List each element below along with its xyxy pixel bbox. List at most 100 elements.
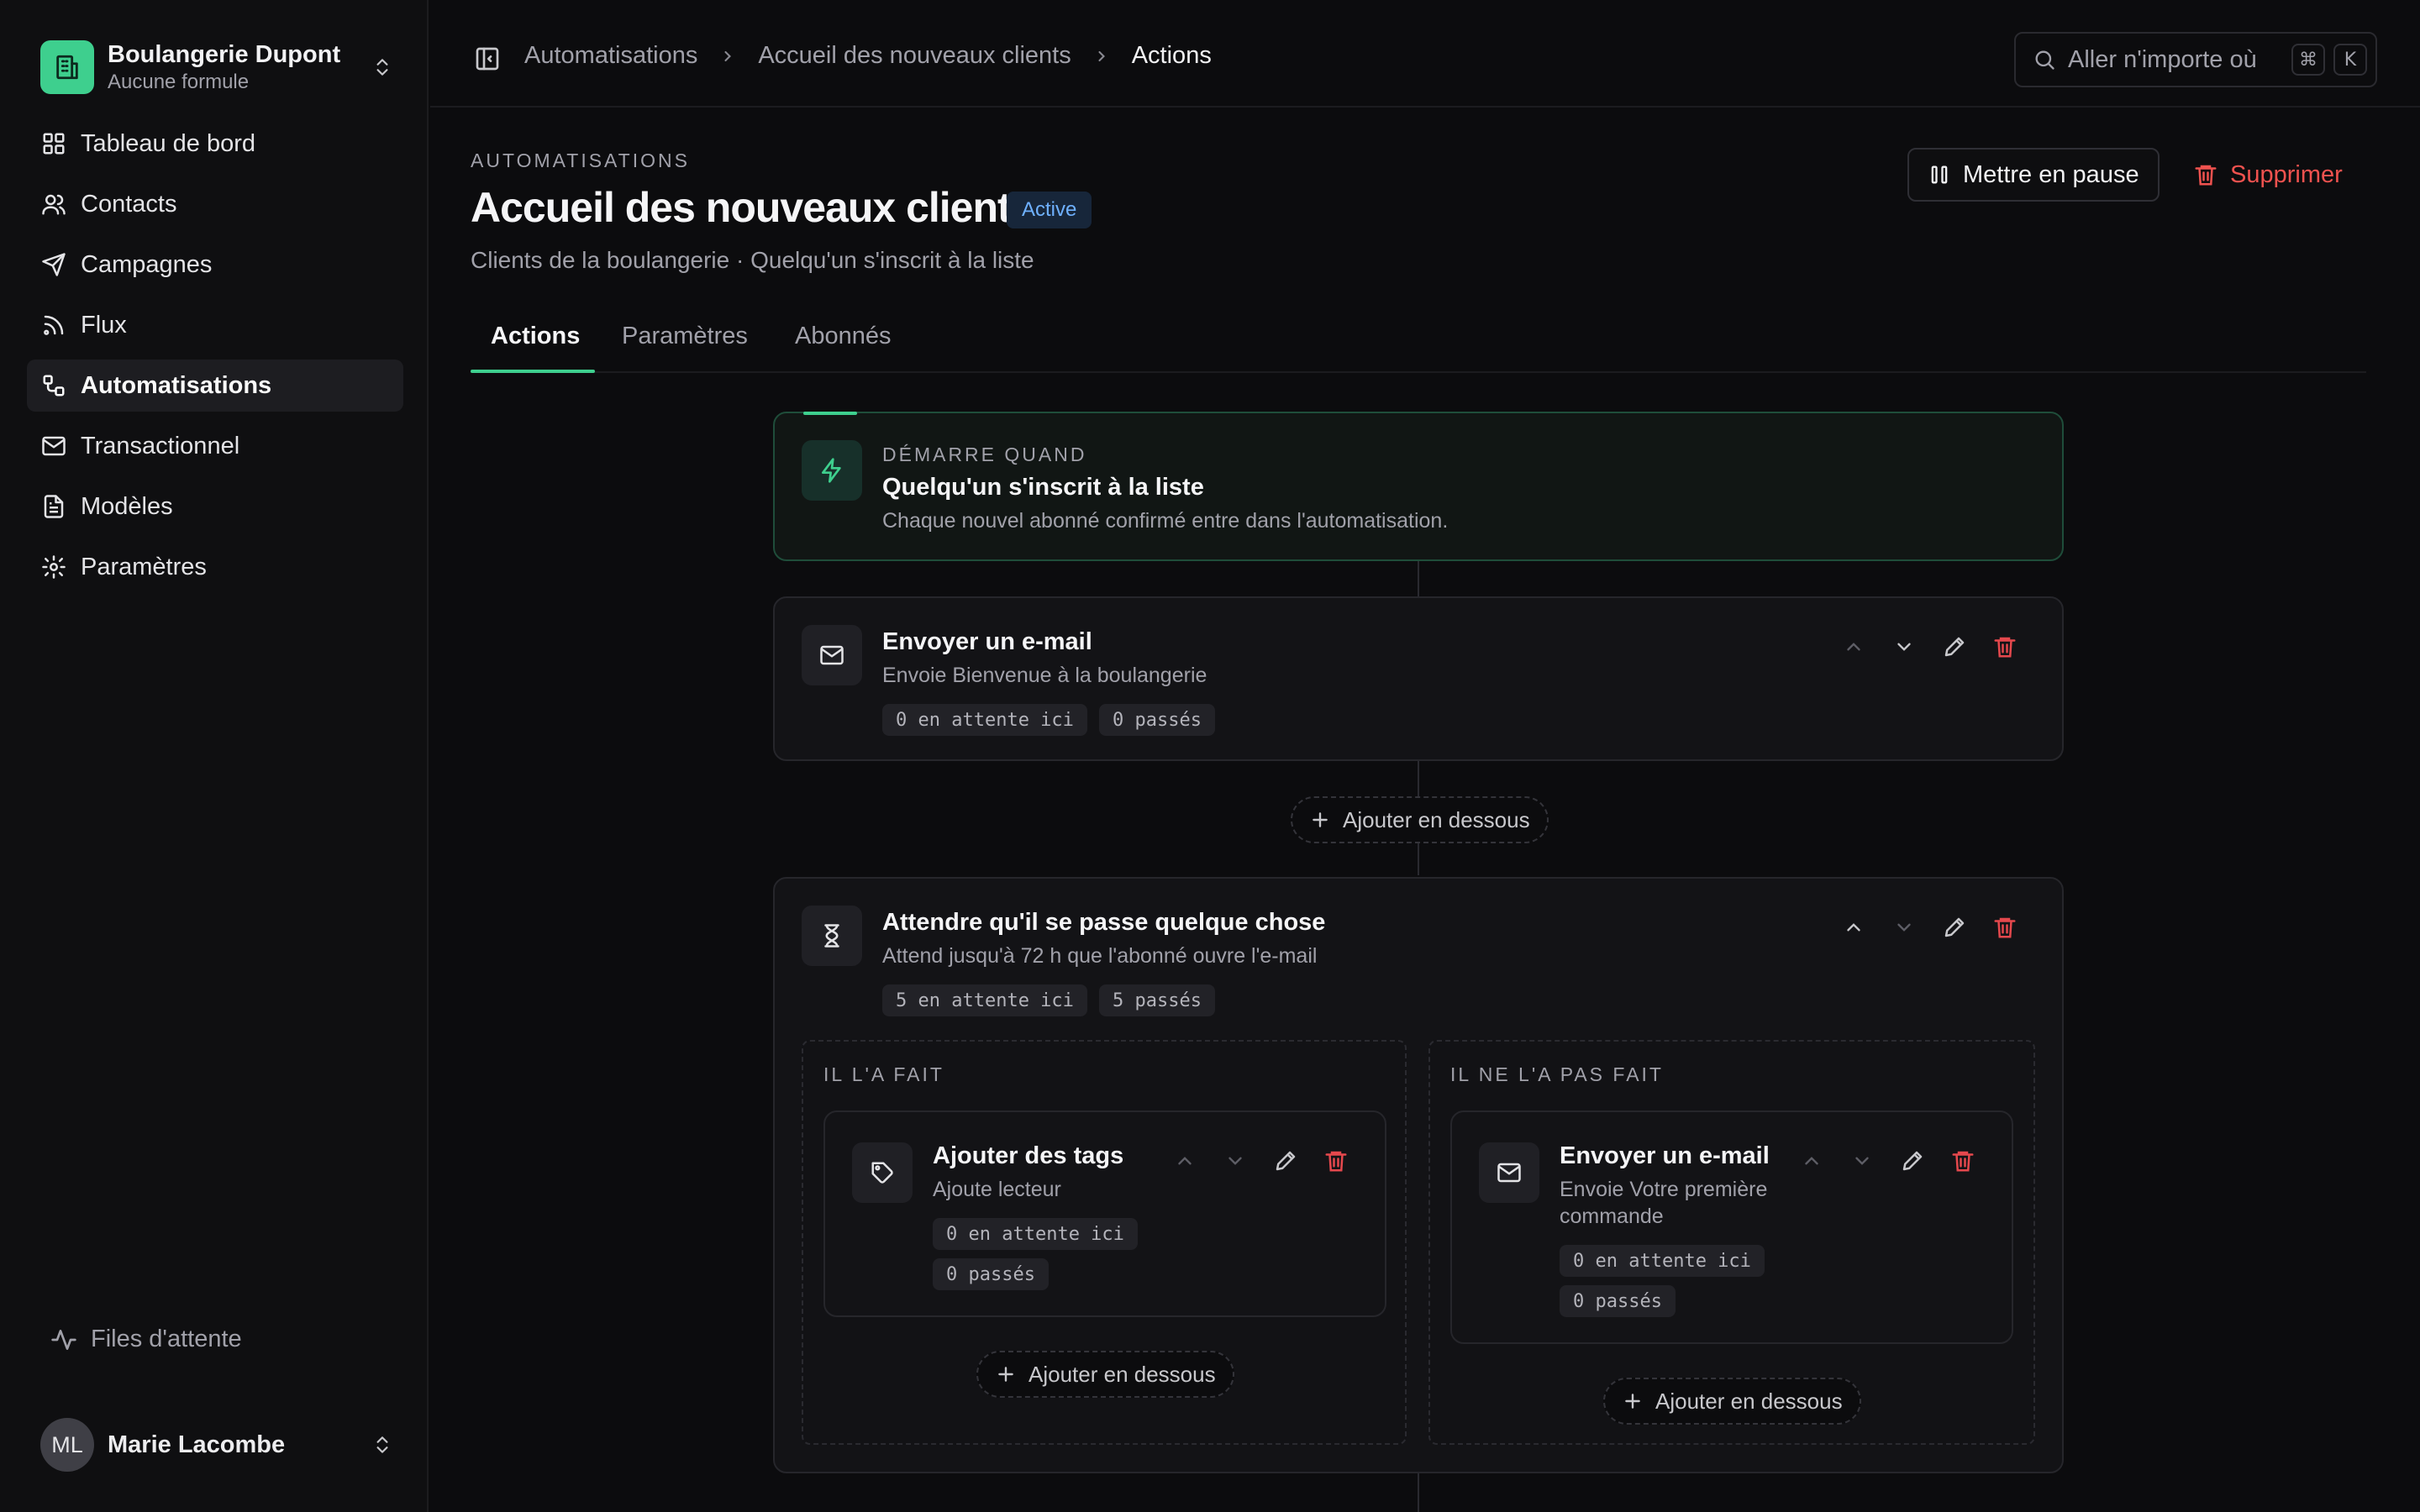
lightning-icon (802, 440, 862, 501)
org-switcher[interactable]: Boulangerie Dupont Aucune formule (40, 39, 393, 96)
page-overline: AUTOMATISATIONS (471, 150, 690, 171)
delete-step-button[interactable] (1980, 628, 2030, 665)
dashboard-icon (39, 129, 69, 159)
sidebar-item-campaigns[interactable]: Campagnes (27, 239, 403, 291)
add-below-label: Ajouter en dessous (1028, 1361, 1216, 1387)
sidebar-item-contacts[interactable]: Contacts (27, 178, 403, 230)
branch-label: IL L'A FAIT (823, 1063, 944, 1085)
move-down-button[interactable] (1879, 909, 1929, 946)
passed-count-badge: 0 passés (1560, 1285, 1676, 1317)
step-actions (1828, 628, 2030, 665)
trigger-card[interactable]: DÉMARRE QUAND Quelqu'un s'inscrit à la l… (773, 412, 2064, 561)
chevrons-up-down-icon (371, 1434, 393, 1456)
delete-button[interactable]: Supprimer (2193, 148, 2343, 202)
user-menu[interactable]: ML Marie Lacombe (40, 1418, 393, 1472)
step-send-email-card[interactable]: Envoyer un e-mail Envoie Bienvenue à la … (773, 596, 2064, 761)
step-title: Ajouter des tags (933, 1142, 1124, 1169)
top-bar: Automatisations Accueil des nouveaux cli… (430, 0, 2420, 108)
search-input[interactable]: Aller n'importe où ⌘ K (2014, 32, 2377, 87)
edit-button[interactable] (1260, 1142, 1311, 1179)
avatar: ML (40, 1418, 94, 1472)
sidebar-item-transactional[interactable]: Transactionnel (27, 420, 403, 472)
add-below-button[interactable]: Ajouter en dessous (1603, 1378, 1861, 1425)
edit-button[interactable] (1929, 909, 1980, 946)
move-up-button[interactable] (1828, 909, 1879, 946)
move-down-button[interactable] (1837, 1142, 1887, 1179)
gear-icon (39, 552, 69, 582)
tab-bar: Actions Paramètres Abonnés (471, 312, 2366, 373)
pause-label: Mettre en pause (1963, 160, 2139, 188)
search-placeholder: Aller n'importe où (2068, 45, 2257, 73)
sidebar-item-templates[interactable]: Modèles (27, 480, 403, 533)
move-up-button[interactable] (1828, 628, 1879, 665)
trigger-accent (803, 412, 857, 415)
step-title: Envoyer un e-mail (1560, 1142, 1770, 1169)
delete-step-button[interactable] (1311, 1142, 1361, 1179)
waiting-count-badge: 5 en attente ici (882, 984, 1087, 1016)
trigger-desc: Chaque nouvel abonné confirmé entre dans… (882, 509, 1449, 533)
tab-actions[interactable]: Actions (491, 323, 580, 373)
sidebar-item-label: Modèles (81, 492, 173, 520)
trash-icon (2193, 162, 2218, 187)
edit-button[interactable] (1887, 1142, 1938, 1179)
pause-icon (1928, 163, 1951, 186)
file-icon (39, 491, 69, 522)
sidebar-item-automations[interactable]: Automatisations (27, 360, 403, 412)
tab-active-indicator (471, 370, 595, 373)
breadcrumb-automations[interactable]: Automatisations (524, 42, 697, 70)
building-icon (40, 40, 94, 94)
add-below-button[interactable]: Ajouter en dessous (1291, 796, 1549, 843)
branch-label: IL NE L'A PAS FAIT (1450, 1063, 1664, 1085)
sidebar-nav: Tableau de bord Contacts Campagnes Flux … (27, 118, 403, 601)
step-desc: Ajoute lecteur (933, 1178, 1061, 1201)
chevron-right-icon (1093, 48, 1110, 65)
step-desc: Envoie Votre première commande (1560, 1178, 1768, 1228)
org-plan: Aucune formule (108, 71, 250, 93)
sidebar-item-settings[interactable]: Paramètres (27, 541, 403, 593)
add-below-button[interactable]: Ajouter en dessous (976, 1351, 1234, 1398)
rss-icon (39, 310, 69, 340)
tag-icon (852, 1142, 913, 1203)
page-title: Accueil des nouveaux clients (471, 184, 1034, 231)
trigger-overline: DÉMARRE QUAND (882, 444, 1087, 465)
move-up-button[interactable] (1786, 1142, 1837, 1179)
chevrons-up-down-icon (371, 56, 393, 78)
sidebar-item-feeds[interactable]: Flux (27, 299, 403, 351)
tab-settings[interactable]: Paramètres (622, 323, 748, 373)
move-down-button[interactable] (1210, 1142, 1260, 1179)
mail-icon (1479, 1142, 1539, 1203)
delete-step-button[interactable] (1980, 909, 2030, 946)
delete-label: Supprimer (2230, 160, 2343, 188)
user-name: Marie Lacombe (108, 1431, 286, 1458)
move-up-button[interactable] (1160, 1142, 1210, 1179)
flow-connector (1418, 1473, 1419, 1512)
move-down-button[interactable] (1879, 628, 1929, 665)
send-icon (39, 249, 69, 280)
breadcrumb-automation[interactable]: Accueil des nouveaux clients (758, 42, 1071, 70)
queues-link[interactable]: Files d'attente (50, 1326, 242, 1353)
step-title: Attendre qu'il se passe quelque chose (882, 909, 1326, 936)
step-add-tags-card[interactable]: Ajouter des tags Ajoute lecteur 0 en att… (823, 1110, 1386, 1317)
shortcut-key-cmd: ⌘ (2291, 44, 2325, 76)
sidebar: Boulangerie Dupont Aucune formule Tablea… (0, 0, 429, 1512)
sidebar-item-label: Transactionnel (81, 432, 240, 459)
step-actions (1160, 1142, 1361, 1179)
sidebar-toggle-icon[interactable] (474, 45, 501, 72)
sidebar-item-label: Tableau de bord (81, 129, 255, 157)
pause-button[interactable]: Mettre en pause (1907, 148, 2160, 202)
step-actions (1786, 1142, 1988, 1179)
edit-button[interactable] (1929, 628, 1980, 665)
users-icon (39, 189, 69, 219)
plus-icon (1309, 809, 1331, 831)
waiting-count-badge: 0 en attente ici (882, 704, 1087, 736)
step-send-email-card[interactable]: Envoyer un e-mail Envoie Votre première … (1450, 1110, 2013, 1344)
sidebar-item-label: Automatisations (81, 371, 272, 399)
sidebar-item-dashboard[interactable]: Tableau de bord (27, 118, 403, 170)
add-below-label: Ajouter en dessous (1343, 806, 1530, 832)
search-icon (2033, 48, 2056, 71)
tab-subscribers[interactable]: Abonnés (795, 323, 892, 373)
sidebar-item-label: Paramètres (81, 553, 207, 580)
chevron-right-icon (719, 48, 736, 65)
delete-step-button[interactable] (1938, 1142, 1988, 1179)
page-subtitle: Clients de la boulangerie · Quelqu'un s'… (471, 247, 1034, 273)
